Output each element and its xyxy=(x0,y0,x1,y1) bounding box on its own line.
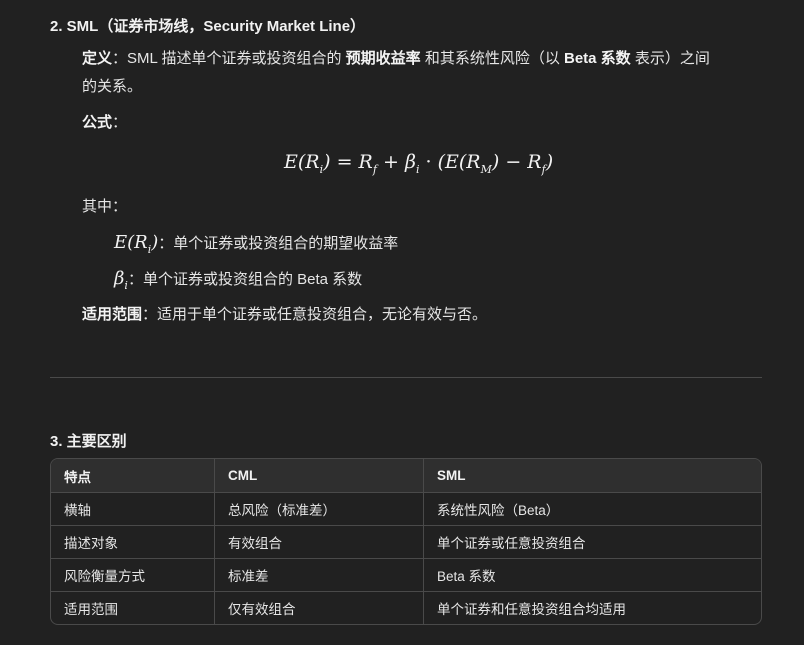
table-cell: 描述对象 xyxy=(51,526,215,559)
scope-paragraph: 适用范围：适用于单个证券或任意投资组合，无论有效与否。 xyxy=(82,301,487,329)
expected-return-desc: ：单个证券或投资组合的期望收益率 xyxy=(158,235,399,252)
table-cell: 有效组合 xyxy=(215,526,424,559)
table-cell: 仅有效组合 xyxy=(215,592,424,624)
table-row: 横轴 总风险（标准差） 系统性风险（Beta） xyxy=(51,493,761,526)
table-row: 适用范围 仅有效组合 单个证券和任意投资组合均适用 xyxy=(51,592,761,624)
table-cell: Beta 系数 xyxy=(424,559,761,592)
section-2-heading: 2. SML（证券市场线，Security Market Line） xyxy=(50,18,366,35)
header-sml: SML xyxy=(424,459,761,493)
header-feature: 特点 xyxy=(51,459,215,493)
sml-formula: E(Ri) = Rf + βi · (E(RM) − Rf) xyxy=(284,151,554,176)
section-divider xyxy=(50,377,762,378)
definition-paragraph: 定义：SML 描述单个证券或投资组合的 预期收益率 和其系统性风险（以 Beta… xyxy=(82,45,772,101)
definition-bold-expected-return: 预期收益率 xyxy=(345,50,421,67)
table-cell: 风险衡量方式 xyxy=(51,559,215,592)
table-cell: 单个证券和任意投资组合均适用 xyxy=(437,602,626,617)
formula-label: 公式 xyxy=(82,114,113,131)
table-cell: 单个证券或任意投资组合 xyxy=(424,526,761,559)
expected-return-symbol: E(Ri) xyxy=(114,232,159,256)
section-3-heading: 3. 主要区别 xyxy=(50,433,127,450)
table-cell: 适用范围 xyxy=(51,592,215,624)
definition-label: 定义 xyxy=(82,50,113,67)
definition-text-4: 的关系。 xyxy=(82,78,143,95)
formula-colon: ： xyxy=(112,114,128,131)
definition-text-3: 表示）之间 xyxy=(630,50,710,67)
where-label: 其中： xyxy=(82,198,128,215)
table-cell: 系统性风险（Beta） xyxy=(424,493,761,526)
list-item-beta: βi：单个证券或投资组合的 Beta 系数 xyxy=(114,265,362,295)
scope-text: ：适用于单个证券或任意投资组合，无论有效与否。 xyxy=(142,306,488,323)
header-cml: CML xyxy=(215,459,424,493)
beta-desc: ：单个证券或投资组合的 Beta 系数 xyxy=(127,271,363,288)
scope-label: 适用范围 xyxy=(82,306,143,323)
table-cell: 标准差 xyxy=(215,559,424,592)
table-cell: 总风险（标准差） xyxy=(215,493,424,526)
definition-text-1: ：SML 描述单个证券或投资组合的 xyxy=(112,50,346,67)
formula-label-line: 公式： xyxy=(82,109,127,137)
beta-symbol: βi xyxy=(114,268,128,292)
definition-bold-beta: Beta 系数 xyxy=(564,50,631,67)
table-cell: 横轴 xyxy=(51,493,215,526)
table-header-row: 特点 CML SML xyxy=(51,459,761,493)
comparison-table: 特点 CML SML 横轴 总风险（标准差） 系统性风险（Beta） 描述对象 … xyxy=(50,458,762,625)
definition-text-2: 和其系统性风险（以 xyxy=(420,50,564,67)
list-item-expected-return: E(Ri)：单个证券或投资组合的期望收益率 xyxy=(114,229,398,259)
table-row: 风险衡量方式 标准差 Beta 系数 xyxy=(51,559,761,592)
table-row: 描述对象 有效组合 单个证券或任意投资组合 xyxy=(51,526,761,559)
